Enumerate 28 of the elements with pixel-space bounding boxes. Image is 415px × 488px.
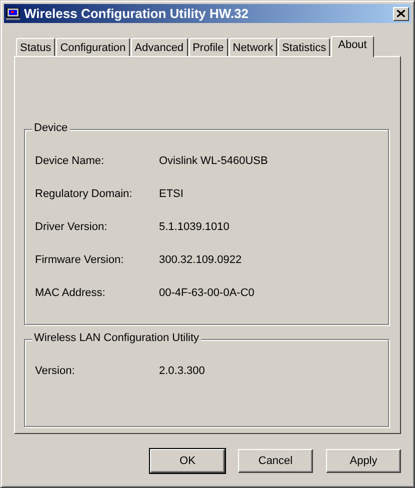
field-label: Driver Version: [35, 220, 108, 232]
window-title: Wireless Configuration Utility HW.32 [24, 6, 250, 21]
field-value: 300.32.109.0922 [159, 254, 242, 266]
tab[interactable]: Statistics [278, 38, 330, 56]
group-title: Device [32, 122, 70, 134]
field-value: 2.0.3.300 [159, 364, 205, 376]
field-label: MAC Address: [35, 286, 106, 298]
tab[interactable]: Configuration [56, 38, 130, 56]
computer-icon [6, 8, 20, 20]
dialog-button[interactable]: OK [150, 449, 225, 473]
dialog-button[interactable]: Cancel [238, 449, 313, 473]
field-value: Ovislink WL-5460USB [159, 154, 268, 166]
field-label: Regulatory Domain: [35, 188, 134, 200]
close-button[interactable] [393, 6, 409, 20]
field-value: 00-4F-63-00-0A-C0 [159, 286, 254, 298]
group-title: Wireless LAN Configuration Utility [32, 332, 202, 344]
tab[interactable]: Profile [188, 38, 228, 56]
field-label: Device Name: [35, 154, 106, 166]
field-value: 5.1.1039.1010 [159, 220, 230, 232]
tab[interactable]: Network [228, 38, 278, 56]
field-label: Version: [35, 364, 76, 376]
field-label: Firmware Version: [35, 254, 125, 266]
close-icon [397, 10, 405, 17]
field-value: ETSI [159, 188, 184, 200]
tab[interactable]: About [331, 36, 374, 57]
tab[interactable]: Status [16, 38, 56, 56]
dialog-button[interactable]: Apply [326, 449, 401, 473]
tab[interactable]: Advanced [130, 38, 188, 56]
